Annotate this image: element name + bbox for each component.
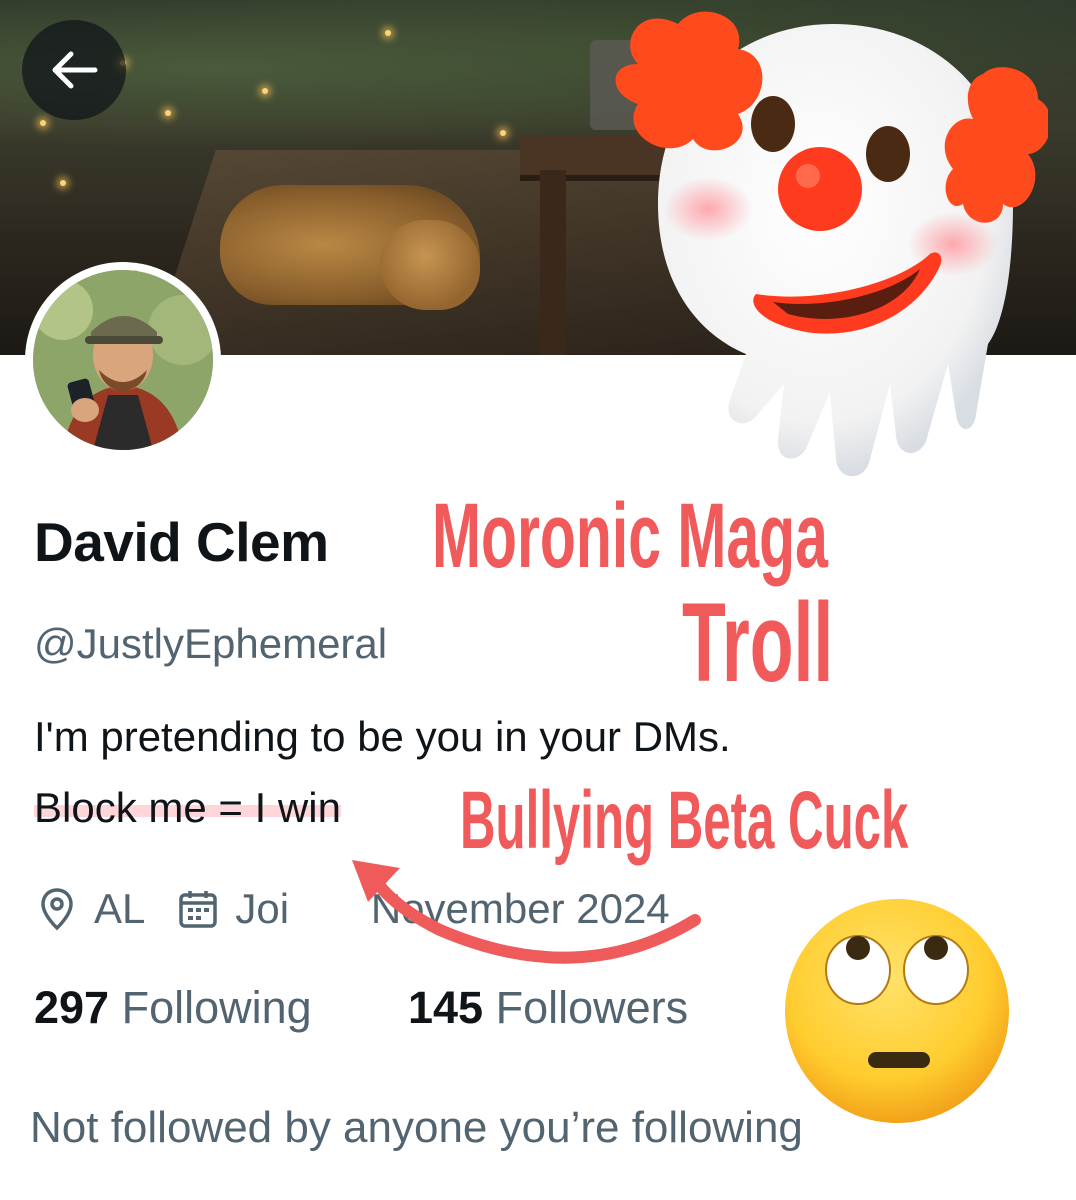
annotation-title-line1: Moronic Maga — [432, 485, 828, 587]
not-followed-note: Not followed by anyone you’re following — [30, 1103, 803, 1152]
followers-link[interactable]: 145 Followers — [408, 982, 688, 1034]
avatar[interactable] — [25, 262, 221, 458]
banner-table-leg — [540, 170, 566, 355]
firefly — [500, 130, 506, 136]
arrow-left-icon — [52, 51, 98, 89]
bio-line-1: I'm pretending to be you in your DMs. — [34, 713, 731, 760]
avatar-image — [33, 270, 213, 450]
display-name: David Clem — [34, 511, 329, 573]
calendar-icon — [175, 886, 221, 932]
banner-dog-head — [380, 220, 480, 310]
following-label: Following — [121, 982, 312, 1033]
joined-prefix: Joi — [235, 885, 290, 932]
handle: @JustlyEphemeral — [34, 620, 388, 667]
location-pin-icon — [34, 886, 80, 932]
curved-arrow-annotation — [352, 860, 701, 964]
following-count: 297 — [34, 982, 110, 1033]
face-with-rolling-eyes-emoji — [785, 899, 1009, 1123]
following-link[interactable]: 297 Following — [34, 982, 312, 1034]
bio-line-2: Block me = I win — [34, 784, 341, 832]
firefly — [262, 88, 268, 94]
firefly — [385, 30, 391, 36]
firefly — [165, 110, 171, 116]
avatar-portrait — [33, 270, 213, 450]
clown-face-emoji — [615, 11, 1048, 477]
back-button[interactable] — [22, 20, 126, 120]
location-text: AL — [94, 885, 146, 932]
firefly — [60, 180, 66, 186]
followers-label: Followers — [495, 982, 689, 1033]
annotation-title-line2: Troll — [682, 580, 834, 705]
followers-count: 145 — [408, 982, 484, 1033]
firefly — [40, 120, 46, 126]
bio-highlight: Block me = I win — [34, 784, 341, 831]
